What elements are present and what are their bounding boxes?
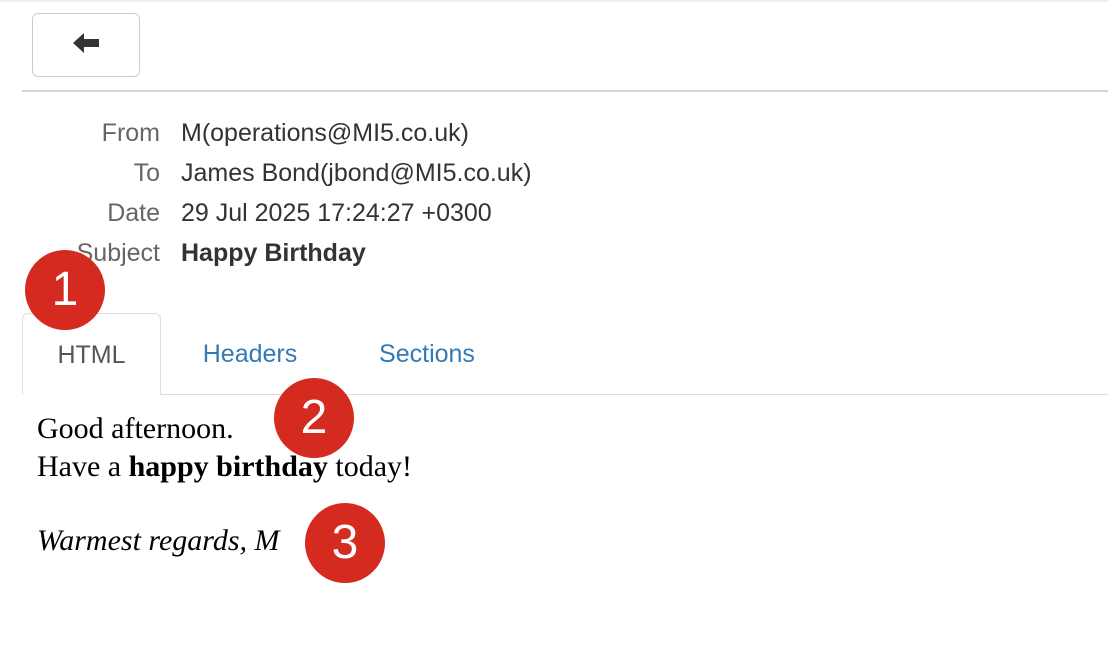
- back-button[interactable]: [32, 13, 140, 77]
- tab-sections[interactable]: Sections: [353, 313, 501, 395]
- to-row: To James Bond(jbond@MI5.co.uk): [0, 153, 532, 193]
- to-label: To: [133, 159, 160, 187]
- from-row: From M(operations@MI5.co.uk): [0, 113, 532, 153]
- top-divider: [0, 0, 1108, 2]
- step-marker-2: 2: [274, 378, 354, 458]
- date-label: Date: [107, 199, 160, 227]
- birthday-text-end: today!: [327, 450, 413, 483]
- date-value: 29 Jul 2025 17:24:27 +0300: [181, 199, 492, 227]
- birthday-line: Have a happy birthday today!: [37, 448, 412, 486]
- from-value: M(operations@MI5.co.uk): [181, 119, 469, 147]
- greeting-line: Good afternoon.: [37, 412, 234, 445]
- arrow-left-icon: [71, 31, 101, 60]
- date-row: Date 29 Jul 2025 17:24:27 +0300: [0, 193, 532, 233]
- to-value: James Bond(jbond@MI5.co.uk): [181, 159, 532, 187]
- birthday-text-start: Have a: [37, 450, 129, 483]
- tab-html[interactable]: HTML: [22, 313, 161, 395]
- from-label: From: [101, 119, 160, 147]
- step-marker-3: 3: [305, 503, 385, 583]
- subject-value: Happy Birthday: [181, 239, 366, 267]
- view-tabs: HTML Headers Sections: [22, 313, 1108, 395]
- toolbar-divider: [22, 90, 1108, 92]
- step-marker-1: 1: [25, 250, 105, 330]
- message-headers: From M(operations@MI5.co.uk) To James Bo…: [0, 113, 532, 273]
